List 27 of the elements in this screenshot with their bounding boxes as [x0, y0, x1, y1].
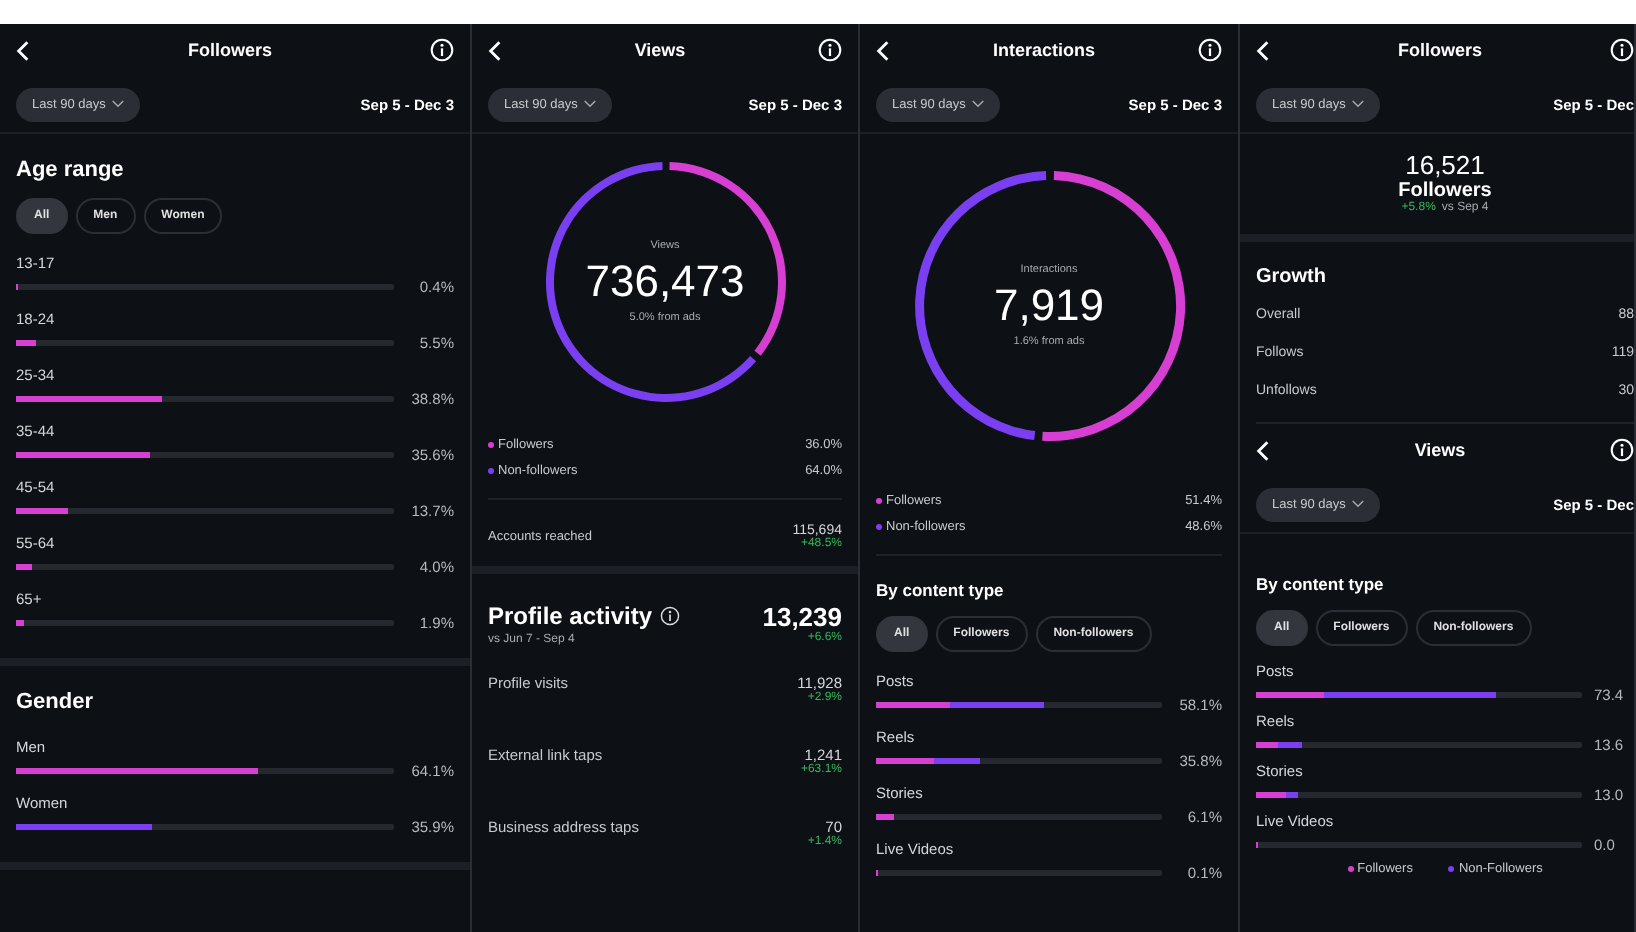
chevron-down-icon: [971, 100, 984, 108]
screen-title: Followers: [1397, 40, 1482, 60]
info-icon[interactable]: [660, 606, 681, 626]
follower-label: Followers: [1398, 180, 1492, 202]
chevron-down-icon: [1351, 500, 1364, 508]
screen-title: Views: [634, 40, 686, 60]
back-icon[interactable]: [1256, 439, 1270, 461]
activity-title: Profile activity: [488, 602, 653, 630]
back-icon[interactable]: [1256, 39, 1270, 61]
screen-title: Views: [1414, 440, 1466, 460]
section-heading: By content type: [1256, 574, 1386, 594]
section-heading: Age range: [16, 158, 126, 182]
chevron-down-icon: [583, 100, 596, 108]
back-icon[interactable]: [876, 39, 890, 61]
donut-total: 736,473: [585, 256, 745, 308]
back-icon[interactable]: [16, 39, 30, 61]
activity-value: 13,239: [762, 602, 842, 632]
section-heading: By content type: [876, 580, 1006, 600]
screen-title: Followers: [187, 40, 272, 60]
section-heading: Gender: [16, 690, 96, 714]
follower-count: 16,521: [1405, 150, 1485, 180]
chevron-down-icon: [111, 100, 124, 108]
chevron-down-icon: [1351, 100, 1364, 108]
donut-total: 7,919: [993, 280, 1105, 332]
section-heading: Growth: [1256, 266, 1328, 288]
back-icon[interactable]: [488, 39, 502, 61]
screen-title: Interactions: [992, 40, 1095, 60]
